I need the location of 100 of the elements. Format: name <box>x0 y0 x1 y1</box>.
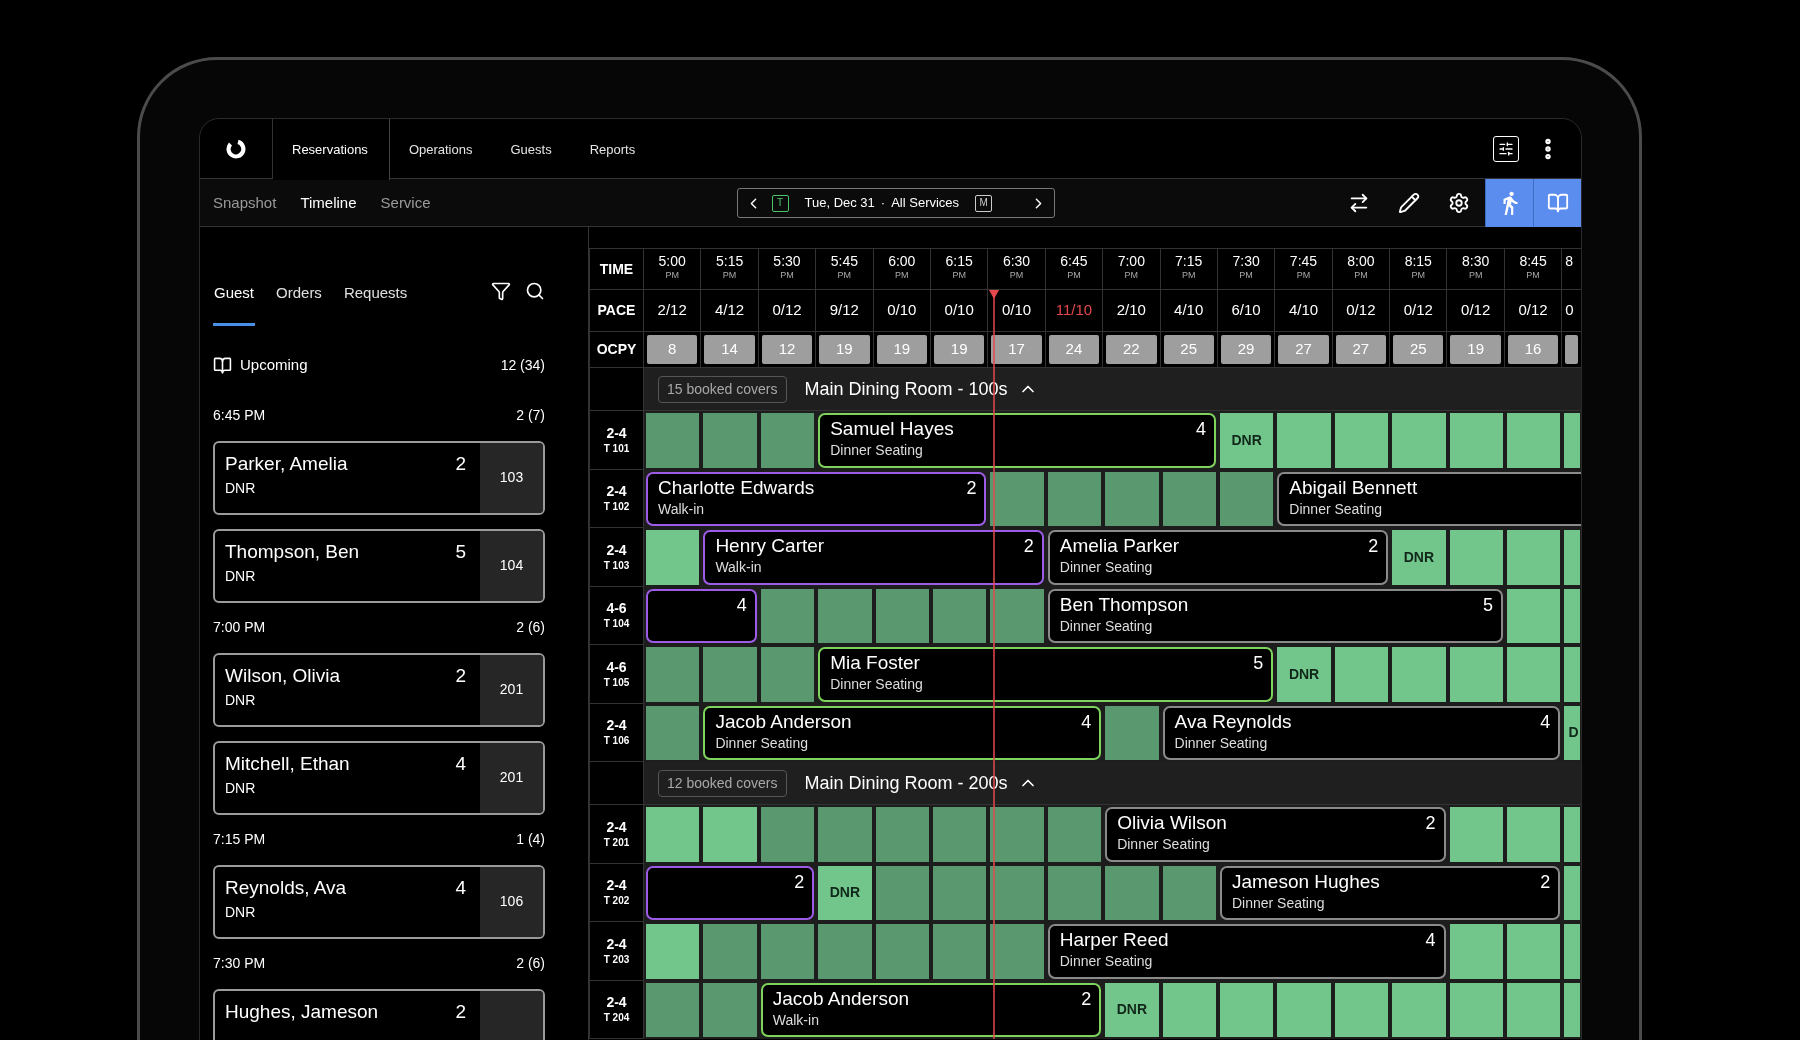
reservation-block[interactable]: Charlotte Edwards Walk-in 2 <box>646 471 987 526</box>
booked-slot[interactable] <box>646 705 700 760</box>
open-slot[interactable] <box>1162 982 1216 1037</box>
open-slot[interactable] <box>1506 530 1561 585</box>
open-slot[interactable] <box>1564 413 1581 468</box>
filter-icon[interactable] <box>491 281 511 301</box>
booked-slot[interactable] <box>932 924 987 979</box>
open-slot[interactable] <box>1506 982 1561 1037</box>
booked-slot[interactable] <box>760 924 815 979</box>
reservation-block[interactable]: Jameson Hughes Dinner Seating 2 <box>1219 865 1561 920</box>
sidebar-tab[interactable]: Requests <box>342 283 409 326</box>
booked-slot[interactable] <box>932 865 987 920</box>
reservation-block[interactable]: Harper Reed Dinner Seating 4 <box>1047 924 1446 979</box>
guest-name: Mitchell, Ethan <box>225 751 350 776</box>
booked-slot[interactable] <box>1219 471 1274 526</box>
view-tab[interactable]: Timeline <box>300 191 357 215</box>
sidebar-tab[interactable]: Orders <box>275 283 323 326</box>
booked-slot[interactable] <box>875 865 929 920</box>
open-slot[interactable] <box>1564 865 1581 920</box>
guest-name: Hughes, Jameson <box>225 999 379 1024</box>
reservation-card[interactable]: Wilson, Olivia DNR 2 201 <box>213 652 545 727</box>
dnr-slot[interactable]: DNR <box>1392 530 1446 585</box>
view-tab[interactable]: Snapshot <box>213 191 277 215</box>
booked-slot[interactable] <box>1047 471 1102 526</box>
today-calendar-icon[interactable]: T <box>771 194 789 212</box>
reservation-card[interactable]: Parker, Amelia DNR 2 103 <box>213 440 545 515</box>
reservation-card[interactable]: Hughes, Jameson 2 <box>213 988 545 1040</box>
booked-slot[interactable] <box>875 588 929 643</box>
open-slot[interactable] <box>1564 924 1581 979</box>
date-picker[interactable]: T Tue, Dec 31 · All Services M <box>736 188 1055 218</box>
booked-slot[interactable] <box>1162 865 1216 920</box>
nav-tab[interactable]: Guests <box>491 119 571 180</box>
dnr-slot[interactable]: D <box>1564 705 1581 760</box>
open-slot[interactable] <box>1564 982 1581 1037</box>
reservation-block[interactable]: Olivia Wilson Dinner Seating 2 <box>1105 807 1446 862</box>
open-slot[interactable] <box>1334 413 1389 468</box>
booked-slot[interactable] <box>760 413 815 468</box>
open-slot[interactable] <box>1334 647 1389 702</box>
reservation-block[interactable]: Jacob Anderson Walk-in 2 <box>760 982 1102 1037</box>
open-slot[interactable] <box>1506 413 1561 468</box>
reservation-block[interactable]: Abigail Bennett Dinner Seating <box>1277 471 1581 526</box>
open-slot[interactable] <box>1506 807 1561 862</box>
reservation-block[interactable]: Samuel Hayes Dinner Seating 4 <box>818 413 1216 468</box>
occupancy-badge: 19 <box>1450 335 1501 364</box>
dnr-slot[interactable]: DNR <box>818 865 872 920</box>
swap-arrows-icon <box>1348 192 1370 214</box>
booked-slot[interactable] <box>932 807 987 862</box>
party-size-range: 4-6 <box>606 658 627 676</box>
nav-tab[interactable]: Reports <box>570 119 655 180</box>
nav-tab[interactable]: Operations <box>389 119 492 180</box>
reservation-block[interactable]: Henry Carter Walk-in 2 <box>703 530 1044 585</box>
booked-slot[interactable] <box>1047 807 1102 862</box>
nav-tab[interactable]: Reservations <box>273 119 390 180</box>
booked-slot[interactable] <box>760 588 815 643</box>
open-slot[interactable] <box>1506 924 1561 979</box>
meridiem-label: PM <box>837 270 852 281</box>
open-slot[interactable] <box>1564 588 1581 643</box>
open-slot[interactable] <box>1449 982 1503 1037</box>
party-size-range: 2-4 <box>606 717 627 735</box>
reservation-block[interactable]: Mia Foster Dinner Seating 5 <box>818 647 1274 702</box>
open-slot[interactable] <box>1564 530 1581 585</box>
reservation-card[interactable]: Reynolds, Ava DNR 4 106 <box>213 864 545 939</box>
booked-slot[interactable] <box>646 982 700 1037</box>
booked-slot[interactable] <box>760 807 815 862</box>
sidebar-tab[interactable]: Guest <box>213 283 256 326</box>
guest-name: Olivia Wilson <box>1117 811 1227 835</box>
open-slot[interactable] <box>1334 982 1389 1037</box>
open-slot[interactable] <box>1506 588 1561 643</box>
booked-slot[interactable] <box>932 588 987 643</box>
occupancy-badge: 19 <box>933 335 985 364</box>
filter-settings-button[interactable] <box>1493 135 1519 162</box>
reservation-card[interactable]: Thompson, Ben DNR 5 104 <box>213 528 545 603</box>
dnr-slot[interactable]: DNR <box>1219 413 1274 468</box>
dnr-slot[interactable]: DNR <box>1105 982 1159 1037</box>
time-label: 5:15 <box>715 252 744 270</box>
covers-count: 5 <box>1253 652 1264 675</box>
booked-slot[interactable] <box>1047 865 1102 920</box>
month-calendar-icon[interactable]: M <box>975 194 993 212</box>
view-tab[interactable]: Service <box>380 191 431 215</box>
booked-slot[interactable] <box>760 647 815 702</box>
group-count: 1 (4) <box>516 830 545 849</box>
open-slot[interactable] <box>1506 647 1561 702</box>
open-slot[interactable] <box>1564 807 1581 862</box>
reservation-block[interactable]: Ben Thompson Dinner Seating 5 <box>1047 588 1503 643</box>
occupancy-badge: 12 <box>761 335 813 364</box>
booked-covers-tag: 15 booked covers <box>658 375 787 403</box>
guest-name: Reynolds, Ava <box>225 875 347 900</box>
booked-slot[interactable] <box>1162 471 1216 526</box>
reservation-block[interactable]: Amelia Parker Dinner Seating 2 <box>1047 530 1389 585</box>
reservation-block[interactable]: 2 <box>646 865 815 920</box>
group-count: 2 (7) <box>516 406 545 425</box>
open-slot[interactable] <box>1564 647 1581 702</box>
reservation-block[interactable]: Ava Reynolds Dinner Seating 4 <box>1162 705 1561 760</box>
covers-count: 4 <box>1195 418 1206 441</box>
open-slot[interactable] <box>1219 982 1274 1037</box>
dnr-slot[interactable]: DNR <box>1277 647 1331 702</box>
reservation-block[interactable]: Jacob Anderson Dinner Seating 4 <box>703 705 1102 760</box>
reservation-block[interactable]: 4 <box>646 588 757 643</box>
reservation-card[interactable]: Mitchell, Ethan DNR 4 201 <box>213 740 545 815</box>
search-icon[interactable] <box>525 281 545 301</box>
